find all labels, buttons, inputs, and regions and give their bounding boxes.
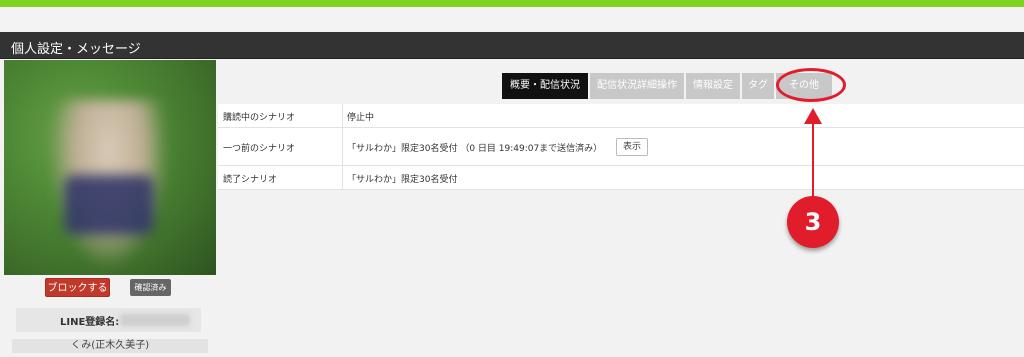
top-band [0,7,1024,32]
profile-photo [4,60,216,275]
line-name-label: LINE登録名: [60,317,120,328]
tab-info-settings[interactable]: 情報設定 [686,73,740,99]
table-row: 一つ前のシナリオ 「サルわか」限定30名受付 （0 日目 19:49:07まで送… [218,128,1024,166]
annotation-highlight-circle [776,68,846,102]
line-name-value-blurred [120,314,190,326]
block-button[interactable]: ブロックする [45,278,110,297]
page-root: 個人設定・メッセージ ブロックする 確認済み LINE登録名: くみ(正木久美子… [0,0,1024,357]
confirmed-button[interactable]: 確認済み [130,279,171,296]
row-divider [342,128,343,165]
row-divider [342,166,343,189]
user-name: くみ(正木久美子) [12,339,208,353]
tab-tags[interactable]: タグ [742,73,774,99]
annotation-arrow-line [812,116,814,200]
row-key: 一つ前のシナリオ [223,144,296,154]
row-key: 購読中のシナリオ [223,113,296,123]
table-row: 購読中のシナリオ 停止中 [218,104,1024,128]
page-header: 個人設定・メッセージ [0,32,1024,59]
tab-overview[interactable]: 概要・配信状況 [502,73,588,99]
tab-delivery-detail[interactable]: 配信状況詳細操作 [590,73,684,99]
annotation-number-badge: 3 [787,196,839,248]
row-value: 「サルわか」限定30名受付 （0 日目 19:49:07まで送信済み） [347,144,603,154]
row-value: 停止中 [347,113,375,123]
line-name-box: LINE登録名: [16,308,201,332]
show-button[interactable]: 表示 [616,138,648,156]
row-divider [342,104,343,127]
page-title: 個人設定・メッセージ [11,42,141,57]
table-row: 読了シナリオ 「サルわか」限定30名受付 [218,166,1024,190]
row-value: 「サルわか」限定30名受付 [347,175,458,185]
info-table: 購読中のシナリオ 停止中 一つ前のシナリオ 「サルわか」限定30名受付 （0 日… [218,104,1024,190]
top-accent-bar [0,0,1024,7]
row-key: 読了シナリオ [223,175,278,185]
